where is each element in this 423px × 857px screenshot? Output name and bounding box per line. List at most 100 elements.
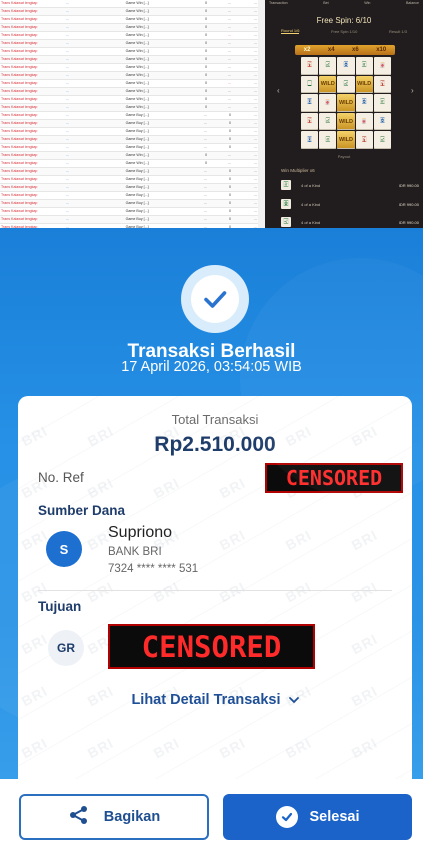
table-cell-id: ... <box>65 191 125 200</box>
table-cell-a: 0 <box>184 23 209 32</box>
mahjong-tile: 🀇 <box>373 75 391 94</box>
table-cell-b: 0 <box>208 127 232 136</box>
mahjong-tile: 🀐 <box>319 112 337 131</box>
table-cell-id: ... <box>65 119 125 128</box>
table-cell-a: 0 <box>184 87 209 96</box>
table-row: Trans Kalawat lengkap... Game Win [...] 0.… <box>0 31 258 40</box>
table-cell-b: 0 <box>208 215 232 224</box>
table-cell-a: ... <box>184 191 209 200</box>
table-cell-b: ... <box>208 103 232 112</box>
table-row: Trans Kalawat lengkap... Game Buy [...]..… <box>0 127 258 136</box>
total-label: Total Transaksi <box>171 412 259 427</box>
table-cell-ket: Game Win [...] <box>124 31 185 40</box>
multiplier: x2 <box>303 47 311 53</box>
table-row: Trans Kalawat lengkap... Game Buy [...]..… <box>0 215 258 224</box>
chevron-left-icon[interactable]: ‹ <box>277 86 280 95</box>
check-icon <box>191 275 239 323</box>
tab-result[interactable]: Result 1/3 <box>389 29 407 34</box>
table-cell-user: Trans Kalawat lengkap <box>0 127 66 136</box>
watermark-text: BRI <box>151 396 182 397</box>
table-cell-user: Trans Kalawat lengkap <box>0 39 66 48</box>
table-cell-a: 0 <box>184 159 209 168</box>
table-cell-ket: Game Buy [...] <box>124 135 185 144</box>
table-cell-user: Trans Kalawat lengkap <box>0 191 66 200</box>
source-title: Sumber Dana <box>38 503 126 518</box>
source-bank: BANK BRI <box>108 546 162 558</box>
table-cell-b: ... <box>208 31 232 40</box>
total-amount: Rp2.510.000 <box>154 433 276 456</box>
transaction-receipt: Transaksi Berhasil 17 April 2026, 03:54:… <box>0 228 423 857</box>
table-cell-id: ... <box>65 175 125 184</box>
tab-round[interactable]: Round 1/6 <box>281 28 300 34</box>
table-row: Trans Kalawat lengkap... Game Win [...] 0.… <box>0 103 258 112</box>
table-cell-b: ... <box>208 71 232 80</box>
watermark-text: BRI <box>84 734 117 762</box>
mahjong-tile: 🀇 <box>355 131 373 149</box>
table-cell-user: Trans Kalawat lengkap <box>0 159 66 168</box>
win-name: 4 of a Kind <box>301 219 321 225</box>
table-cell-a: 0 <box>184 47 209 56</box>
table-cell-ket: Game Win [...] <box>124 79 185 88</box>
table-cell-b: ... <box>208 159 232 168</box>
table-cell-b: 0 <box>208 175 232 184</box>
table-row: Trans Kalawat lengkap... Game Buy [...]..… <box>0 199 258 208</box>
payout-label: Payout <box>337 154 351 159</box>
check-circle-icon <box>275 806 298 828</box>
table-cell-id: ... <box>65 15 125 24</box>
stat-label: Transaction <box>269 1 288 5</box>
win-name: 4 of a Kind <box>301 182 321 188</box>
table-cell-a: 0 <box>184 103 209 112</box>
table-cell-ket: Game Buy [...] <box>124 175 185 184</box>
table-cell-b: 0 <box>208 167 232 176</box>
transaction-datetime: 17 April 2026, 03:54:05 WIB <box>121 359 302 375</box>
table-cell-ket: Game Buy [...] <box>124 127 185 136</box>
table-row: Trans Kalawat lengkap... Game Buy [...]..… <box>0 207 258 216</box>
win-amount: IDR 990.00 <box>398 201 419 207</box>
censored-destination: CENSORED <box>108 624 315 669</box>
table-cell-c: ... <box>231 199 258 208</box>
table-row: Trans Kalawat lengkap... Game Win [...] 0.… <box>0 23 258 32</box>
table-cell-ket: Game Win [...] <box>124 151 185 160</box>
table-row: Trans Kalawat lengkap... Game Buy [...]..… <box>0 167 258 176</box>
table-cell-c: ... <box>231 207 258 216</box>
table-cell-b: ... <box>208 39 232 48</box>
table-cell-c: ... <box>231 63 258 72</box>
table-cell-id: ... <box>65 7 125 16</box>
mahjong-tile: 🀐 <box>337 75 355 94</box>
table-cell-b: ... <box>208 87 232 96</box>
table-cell-a: ... <box>184 199 209 208</box>
table-row: Trans Kalawat lengkap... Game Buy [...]..… <box>0 135 258 144</box>
win-row: 🀐 4 of a Kind IDR 990.00 <box>281 215 419 228</box>
tile-icon: 🀐 <box>281 217 291 227</box>
chevron-right-icon[interactable]: › <box>411 86 414 95</box>
table-cell-c: ... <box>231 159 258 168</box>
table-row: Trans Kalawat lengkap... Game Win [...] 0.… <box>0 63 258 72</box>
wild-tile: WILD <box>337 112 355 131</box>
source-account-number: 7324 **** **** 531 <box>108 563 199 575</box>
source-account-box <box>38 523 392 591</box>
table-cell-c: ... <box>231 71 258 80</box>
table-cell-user: Trans Kalawat lengkap <box>0 151 66 160</box>
table-cell-ket: Game Buy [...] <box>124 191 185 200</box>
table-cell-ket: Game Buy [...] <box>124 119 185 128</box>
tab-free-spin[interactable]: Free Spin 1/10 <box>331 29 357 34</box>
mahjong-tile: 🀐 <box>319 57 337 75</box>
mahjong-tile: 🀅 <box>319 131 337 149</box>
chevron-down-icon <box>288 692 299 708</box>
table-cell-id: ... <box>65 199 125 208</box>
table-cell-ket: Game Win [...] <box>124 15 185 24</box>
win-amount: IDR 990.00 <box>398 219 419 225</box>
table-cell-c: ... <box>231 127 258 136</box>
mahjong-tile: 🀄 <box>355 112 373 131</box>
share-button[interactable]: Bagikan <box>19 794 209 840</box>
table-cell-c: ... <box>231 95 258 104</box>
stat-label: Balance <box>406 1 419 5</box>
table-cell-user: Trans Kalawat lengkap <box>0 71 66 80</box>
view-transaction-detail-link[interactable]: Lihat Detail Transaksi <box>18 692 412 708</box>
multiplier: x4 <box>327 47 335 53</box>
watermark-text: BRI <box>18 630 51 658</box>
table-cell-user: Trans Kalawat lengkap <box>0 31 66 40</box>
table-cell-a: 0 <box>184 31 209 40</box>
done-button[interactable]: Selesai <box>223 794 412 840</box>
table-cell-a: ... <box>184 119 209 128</box>
